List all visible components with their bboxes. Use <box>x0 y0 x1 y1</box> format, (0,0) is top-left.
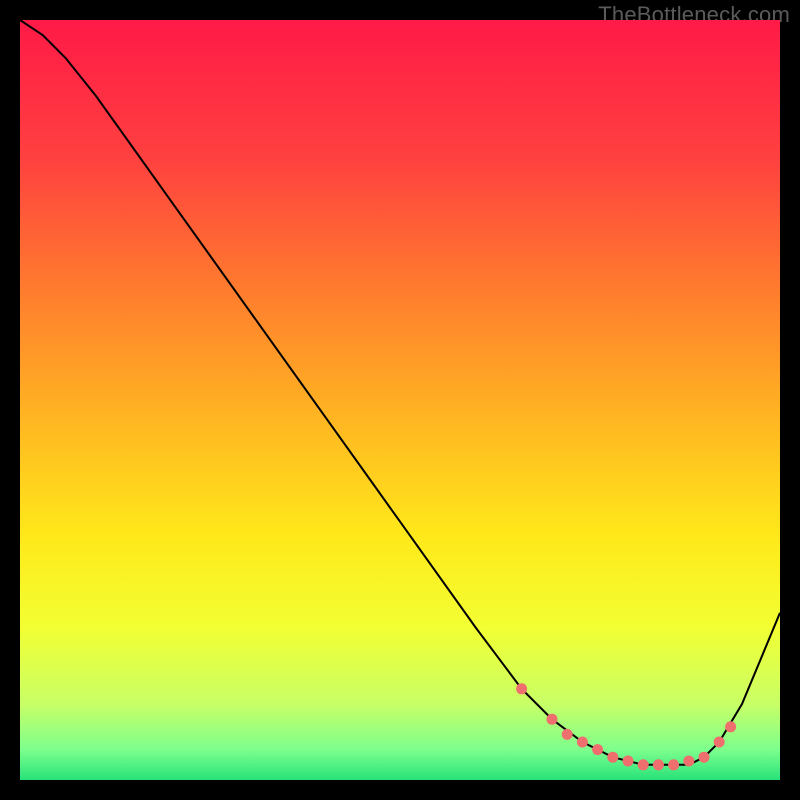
marker-dot <box>577 737 588 748</box>
plot-svg <box>20 20 780 780</box>
marker-dot <box>653 759 664 770</box>
marker-dot <box>607 752 618 763</box>
marker-dot <box>562 729 573 740</box>
marker-dot <box>623 756 634 767</box>
marker-dot <box>547 714 558 725</box>
marker-dot <box>638 759 649 770</box>
marker-dot <box>699 752 710 763</box>
marker-dot <box>668 759 679 770</box>
marker-dot <box>725 721 736 732</box>
chart-stage: TheBottleneck.com <box>0 0 800 800</box>
marker-dot <box>714 737 725 748</box>
gradient-background <box>20 20 780 780</box>
marker-dot <box>516 683 527 694</box>
marker-dot <box>592 744 603 755</box>
marker-dot <box>683 756 694 767</box>
